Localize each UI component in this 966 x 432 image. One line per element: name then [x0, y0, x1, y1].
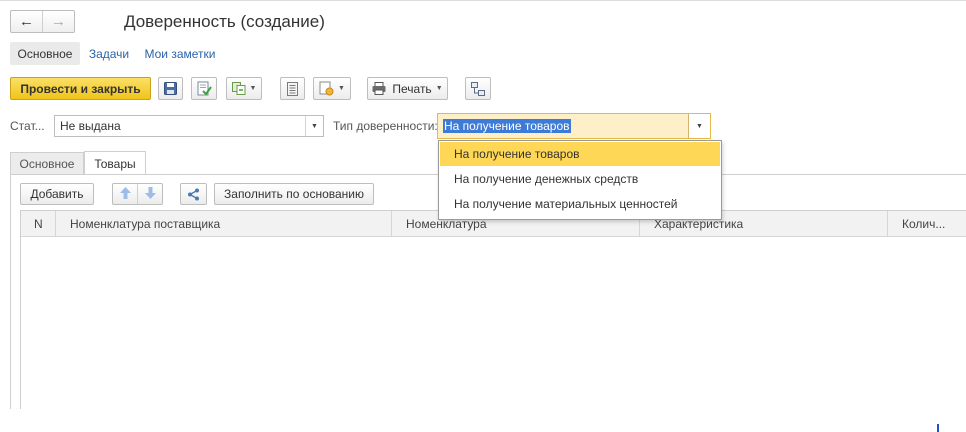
attachments-icon	[319, 81, 334, 96]
fill-based-on-button[interactable]: Заполнить по основанию	[214, 183, 374, 205]
column-header-quantity[interactable]: Колич...	[888, 211, 966, 237]
post-icon	[197, 81, 212, 96]
window-top-border	[0, 0, 966, 1]
back-arrow-icon: ←	[19, 13, 34, 30]
status-label: Стат...	[10, 119, 45, 133]
dropdown-option[interactable]: На получение денежных средств	[440, 167, 720, 191]
add-label: Добавить	[30, 187, 84, 201]
status-value: Не выдана	[60, 119, 121, 133]
back-button[interactable]: ←	[11, 11, 43, 32]
chevron-down-icon[interactable]: ▼	[305, 116, 323, 136]
structure-icon	[471, 81, 485, 96]
create-based-on-icon	[231, 82, 246, 95]
inner-tab-goods-label: Товары	[94, 156, 136, 171]
post-and-close-button[interactable]: Провести и закрыть	[10, 77, 151, 100]
nav-group: ← →	[10, 10, 75, 33]
print-label: Печать	[392, 81, 432, 96]
column-header-quantity-label: Колич...	[902, 217, 946, 231]
type-select[interactable]: На получение товаров ▼	[437, 113, 711, 139]
column-header-n-label: N	[34, 217, 43, 231]
share-button[interactable]	[180, 183, 207, 205]
move-up-button[interactable]	[113, 184, 138, 204]
tab-tasks-label: Задачи	[88, 46, 130, 61]
print-button[interactable]: Печать ▼	[367, 77, 448, 100]
chevron-down-icon: ▼	[435, 85, 443, 92]
dropdown-option-label: На получение товаров	[454, 147, 580, 161]
forward-button[interactable]: →	[43, 11, 74, 32]
chevron-down-icon[interactable]: ▼	[688, 114, 710, 138]
add-button[interactable]: Добавить	[20, 183, 94, 205]
forward-arrow-icon: →	[51, 13, 66, 30]
fill-based-on-label: Заполнить по основанию	[224, 187, 364, 201]
report-icon	[287, 81, 298, 96]
post-and-close-label: Провести и закрыть	[20, 81, 141, 96]
chevron-down-icon: ▼	[338, 85, 345, 92]
tab-notes-label: Мои заметки	[144, 46, 216, 61]
dropdown-option[interactable]: На получение материальных ценностей	[440, 192, 720, 216]
printer-icon	[372, 82, 386, 95]
structure-button[interactable]	[465, 77, 491, 100]
save-icon	[164, 82, 177, 95]
move-down-button[interactable]	[138, 184, 162, 204]
dropdown-option-label: На получение материальных ценностей	[454, 197, 678, 211]
column-header-n[interactable]: N	[21, 211, 56, 237]
post-button[interactable]	[191, 77, 217, 100]
create-based-on-button[interactable]: ▼	[226, 77, 262, 100]
status-select[interactable]: Не выдана ▼	[54, 115, 324, 137]
text-cursor-mark	[937, 424, 939, 432]
dropdown-option-label: На получение денежных средств	[454, 172, 639, 186]
share-icon	[187, 188, 200, 201]
chevron-down-icon: ▼	[249, 85, 257, 92]
page-title: Доверенность (создание)	[124, 12, 325, 31]
goods-table: N Номенклатура поставщика Номенклатура Х…	[20, 210, 966, 409]
dropdown-option[interactable]: На получение товаров	[440, 142, 720, 166]
column-header-supplier-item-label: Номенклатура поставщика	[70, 217, 221, 231]
tab-tasks[interactable]: Задачи	[84, 42, 134, 65]
column-header-supplier-item[interactable]: Номенклатура поставщика	[56, 211, 392, 237]
tab-main[interactable]: Основное	[10, 42, 80, 65]
inner-tab-main-label: Основное	[19, 156, 75, 171]
save-button[interactable]	[158, 77, 183, 100]
type-label: Тип доверенности:	[333, 119, 438, 133]
inner-tab-goods[interactable]: Товары	[84, 151, 146, 175]
tab-notes[interactable]: Мои заметки	[140, 42, 220, 65]
report-button[interactable]	[280, 77, 305, 100]
inner-tab-main[interactable]: Основное	[10, 152, 84, 174]
type-dropdown-list: На получение товаров На получение денежн…	[438, 140, 722, 220]
tab-main-label: Основное	[17, 46, 73, 61]
attachments-button[interactable]: ▼	[313, 77, 351, 100]
arrow-up-icon	[119, 186, 131, 202]
arrow-down-icon	[144, 186, 156, 202]
type-value: На получение товаров	[443, 119, 571, 133]
move-group	[112, 183, 163, 205]
